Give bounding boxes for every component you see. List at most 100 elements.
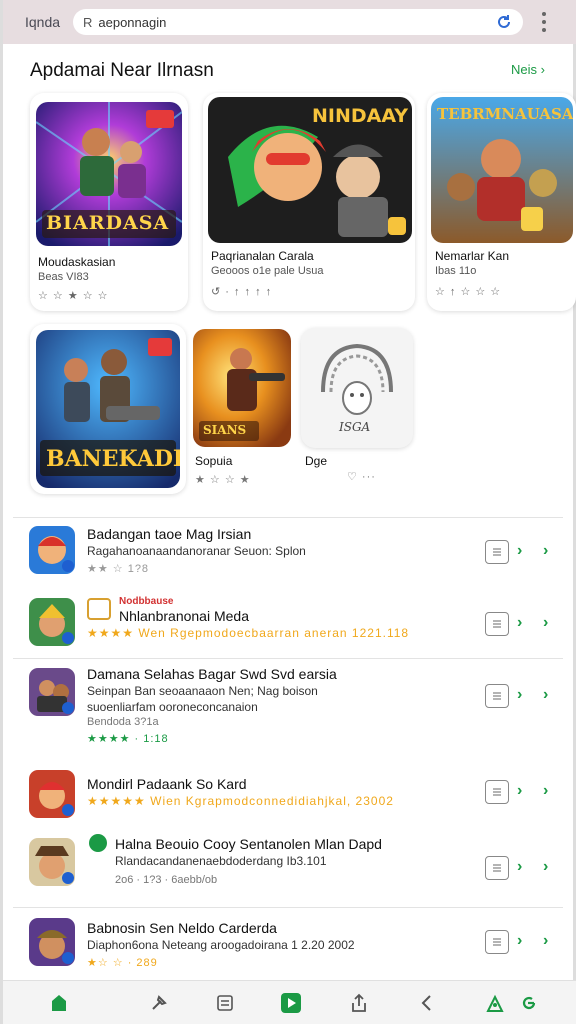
list-item[interactable]: Babnosin Sen Neldo Carderda Diaphon6ona … xyxy=(3,912,576,974)
more-link[interactable]: Neis › xyxy=(511,62,545,77)
chevron-right-icon[interactable]: › xyxy=(517,542,522,560)
card-title: Dge xyxy=(305,454,328,468)
details-button[interactable] xyxy=(485,684,509,708)
game-art-title: SIANS xyxy=(203,423,247,437)
featured-card[interactable]: TEBRMNAUASA Nemarlar Kan Ibas 11o ☆ ↑ ☆ … xyxy=(427,93,576,311)
refresh-icon[interactable] xyxy=(517,991,541,1015)
details-button[interactable] xyxy=(485,856,509,880)
divider xyxy=(13,907,563,908)
game-art: NINDAAY xyxy=(208,97,412,243)
section-title: Apdamai Near Ilrnasn xyxy=(30,60,214,81)
chevron-right-icon[interactable]: › xyxy=(543,686,548,704)
featured-card[interactable]: ISGA xyxy=(301,328,413,448)
details-button[interactable] xyxy=(485,612,509,636)
app-icon xyxy=(29,668,75,716)
app-icon xyxy=(29,918,75,966)
search-input[interactable]: R aeponnagin xyxy=(73,9,523,35)
bottom-nav xyxy=(3,980,576,1024)
badge-icon xyxy=(87,598,111,620)
featured-card[interactable]: BANEKADIS xyxy=(30,324,186,494)
row-description: Diaphon6ona Neteang aroogadoirana 1 2.20… xyxy=(87,938,355,952)
chevron-right-icon[interactable]: › xyxy=(517,858,522,876)
details-button[interactable] xyxy=(485,540,509,564)
game-art-title: NINDAAY xyxy=(312,105,408,127)
row-tag: Nodbbause xyxy=(119,596,174,607)
card-title: Sopuia xyxy=(195,454,233,468)
search-value: aeponnagin xyxy=(98,14,167,30)
row-title: Damana Selahas Bagar Swd Svd earsia xyxy=(87,666,337,682)
row-rating: ★☆ ☆ · 289 xyxy=(87,957,158,969)
app-icon xyxy=(29,838,75,886)
details-button[interactable] xyxy=(485,780,509,804)
share-icon[interactable] xyxy=(347,991,371,1015)
row-rating: ★★★★ · 1:18 xyxy=(87,733,169,745)
details-button[interactable] xyxy=(485,930,509,954)
app-brand: Iqnda xyxy=(25,14,61,30)
game-art: TEBRMNAUASA xyxy=(431,97,573,243)
game-art-title: ISGA xyxy=(339,420,371,434)
card-title: Paqrianalan Carala xyxy=(211,249,314,263)
list-item[interactable]: Damana Selahas Bagar Swd Svd earsia Sein… xyxy=(3,662,576,754)
chevron-right-icon[interactable]: › xyxy=(543,858,548,876)
game-art: BIARDASA xyxy=(36,102,182,246)
app-icon xyxy=(29,526,75,574)
app-icon xyxy=(29,598,75,646)
chevron-right-icon[interactable]: › xyxy=(543,614,548,632)
featured-card[interactable]: NINDAAY Paqrianalan Carala Geooos o1e pa… xyxy=(203,93,415,311)
play-icon[interactable] xyxy=(279,991,303,1015)
row-title: Nhlanbranonai Meda xyxy=(119,608,249,624)
row-description-2: suoenliarfam ooroneconcanaion xyxy=(87,700,258,714)
row-description: ★★★★ Wen Rgepmodoecbaarran aneran 1221.1… xyxy=(87,626,410,640)
chevron-right-icon[interactable]: › xyxy=(517,686,522,704)
play-badge-icon xyxy=(89,834,107,852)
game-art[interactable]: SIANS xyxy=(193,329,291,447)
home-icon[interactable] xyxy=(47,991,71,1015)
row-description: Rlandacandanenaebdoderdang Ib3.101 xyxy=(115,854,327,868)
person-icon[interactable] xyxy=(483,991,507,1015)
app-icon xyxy=(29,770,75,818)
featured-card[interactable]: BIARDASA Moudaskasian Beas VI83 ☆ ☆ ★ ☆ … xyxy=(30,93,188,311)
row-title: Mondirl Padaank So Kard xyxy=(87,776,247,792)
row-title: Halna Beouio Cooy Sentanolen Mlan Dapd xyxy=(115,836,382,852)
row-rating: ★★ ☆ 1?8 xyxy=(87,563,150,575)
row-description: Ragahanoanaandanoranar Seuon: Splon xyxy=(87,544,306,558)
row-subtitle: Bendoda 3?1a xyxy=(87,716,159,728)
row-title: Badangan taoe Mag Irsian xyxy=(87,526,252,542)
chevron-right-icon[interactable]: › xyxy=(543,542,548,560)
divider xyxy=(13,658,563,659)
game-art-title: BANEKADIS xyxy=(46,446,180,472)
overflow-menu-icon[interactable] xyxy=(541,12,547,32)
divider xyxy=(13,517,563,518)
card-rating: ↺ · ↑ ↑ ↑ ↑ xyxy=(211,286,273,298)
game-art: BANEKADIS xyxy=(36,330,180,488)
row-description: Seinpan Ban seoaanaaon Nen; Nag boison xyxy=(87,684,318,698)
app-window: Iqnda R aeponnagin Apdamai Near Ilrnasn … xyxy=(0,0,576,1024)
list-item[interactable]: Mondirl Padaank So Kard ★★★★★ Wien Kgrap… xyxy=(3,768,576,824)
card-rating: ☆ ↑ ☆ ☆ ☆ xyxy=(435,286,502,298)
row-description: ★★★★★ Wien Kgrapmodconnedidiahjkal, 2300… xyxy=(87,794,394,808)
row-title: Babnosin Sen Neldo Carderda xyxy=(87,920,277,936)
card-rating: ♡ ··· xyxy=(347,471,376,483)
row-rating: 2o6 · 1?3 · 6aebb/ob xyxy=(115,874,218,886)
card-rating: ★ ☆ ☆ ★ xyxy=(195,474,251,486)
chevron-right-icon[interactable]: › xyxy=(517,614,522,632)
list-item[interactable]: Halna Beouio Cooy Sentanolen Mlan Dapd R… xyxy=(3,832,576,898)
hammer-icon[interactable] xyxy=(147,991,171,1015)
card-rating: ☆ ☆ ★ ☆ ☆ xyxy=(38,290,109,302)
chevron-right-icon[interactable]: › xyxy=(517,932,522,950)
list-item[interactable]: Nodbbause Nhlanbranonai Meda ★★★★ Wen Rg… xyxy=(3,592,576,654)
game-art-title: TEBRMNAUASA xyxy=(437,105,573,123)
chevron-right-icon[interactable]: › xyxy=(543,782,548,800)
card-subtitle: Beas VI83 xyxy=(38,271,89,283)
card-subtitle: Geooos o1e pale Usua xyxy=(211,265,324,277)
chevron-right-icon[interactable]: › xyxy=(543,932,548,950)
list-item[interactable]: Badangan taoe Mag Irsian Ragahanoanaanda… xyxy=(3,520,576,586)
refresh-icon[interactable] xyxy=(495,13,513,31)
card-title: Nemarlar Kan xyxy=(435,249,510,263)
chevron-right-icon[interactable]: › xyxy=(517,782,522,800)
card-title: Moudaskasian xyxy=(38,255,116,269)
back-icon[interactable] xyxy=(415,991,439,1015)
search-icon: R xyxy=(83,14,93,30)
card-subtitle: Ibas 11o xyxy=(435,265,477,277)
doc-icon[interactable] xyxy=(213,991,237,1015)
